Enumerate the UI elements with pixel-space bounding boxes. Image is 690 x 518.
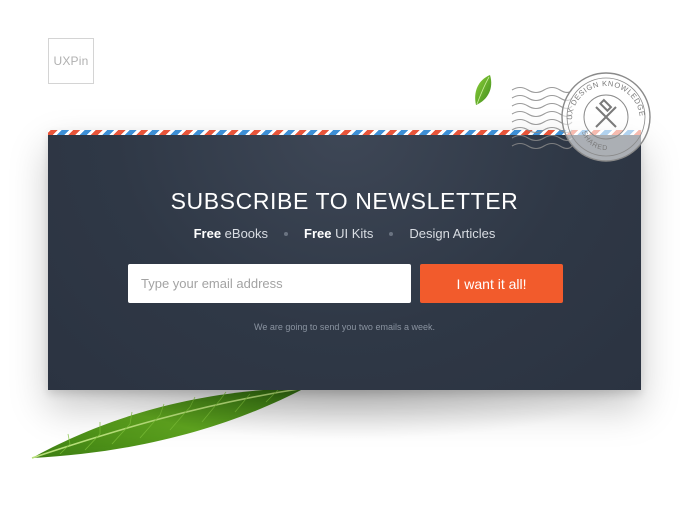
- frequency-note: We are going to send you two emails a we…: [254, 322, 435, 332]
- feature-ebooks: Free eBooks: [193, 226, 269, 241]
- uxpin-logo: UXPin: [48, 38, 94, 84]
- logo-text: UXPin: [53, 54, 89, 68]
- subscribe-button[interactable]: I want it all!: [420, 264, 563, 303]
- postmark-stamp-icon: UX DESIGN KNOWLEDGE SHARED: [511, 72, 651, 162]
- feature-ui-kits: Free UI Kits: [304, 226, 374, 241]
- email-input[interactable]: [128, 264, 411, 303]
- feature-design-articles: Design Articles: [409, 226, 496, 241]
- feature-list: Free eBooks Free UI Kits Design Articles: [48, 226, 641, 241]
- separator-dot: [284, 231, 289, 236]
- leaf-icon: [31, 387, 306, 459]
- separator-dot: [389, 231, 394, 236]
- newsletter-title: SUBSCRIBE TO NEWSLETTER: [170, 188, 519, 214]
- leaf-icon: [475, 75, 492, 105]
